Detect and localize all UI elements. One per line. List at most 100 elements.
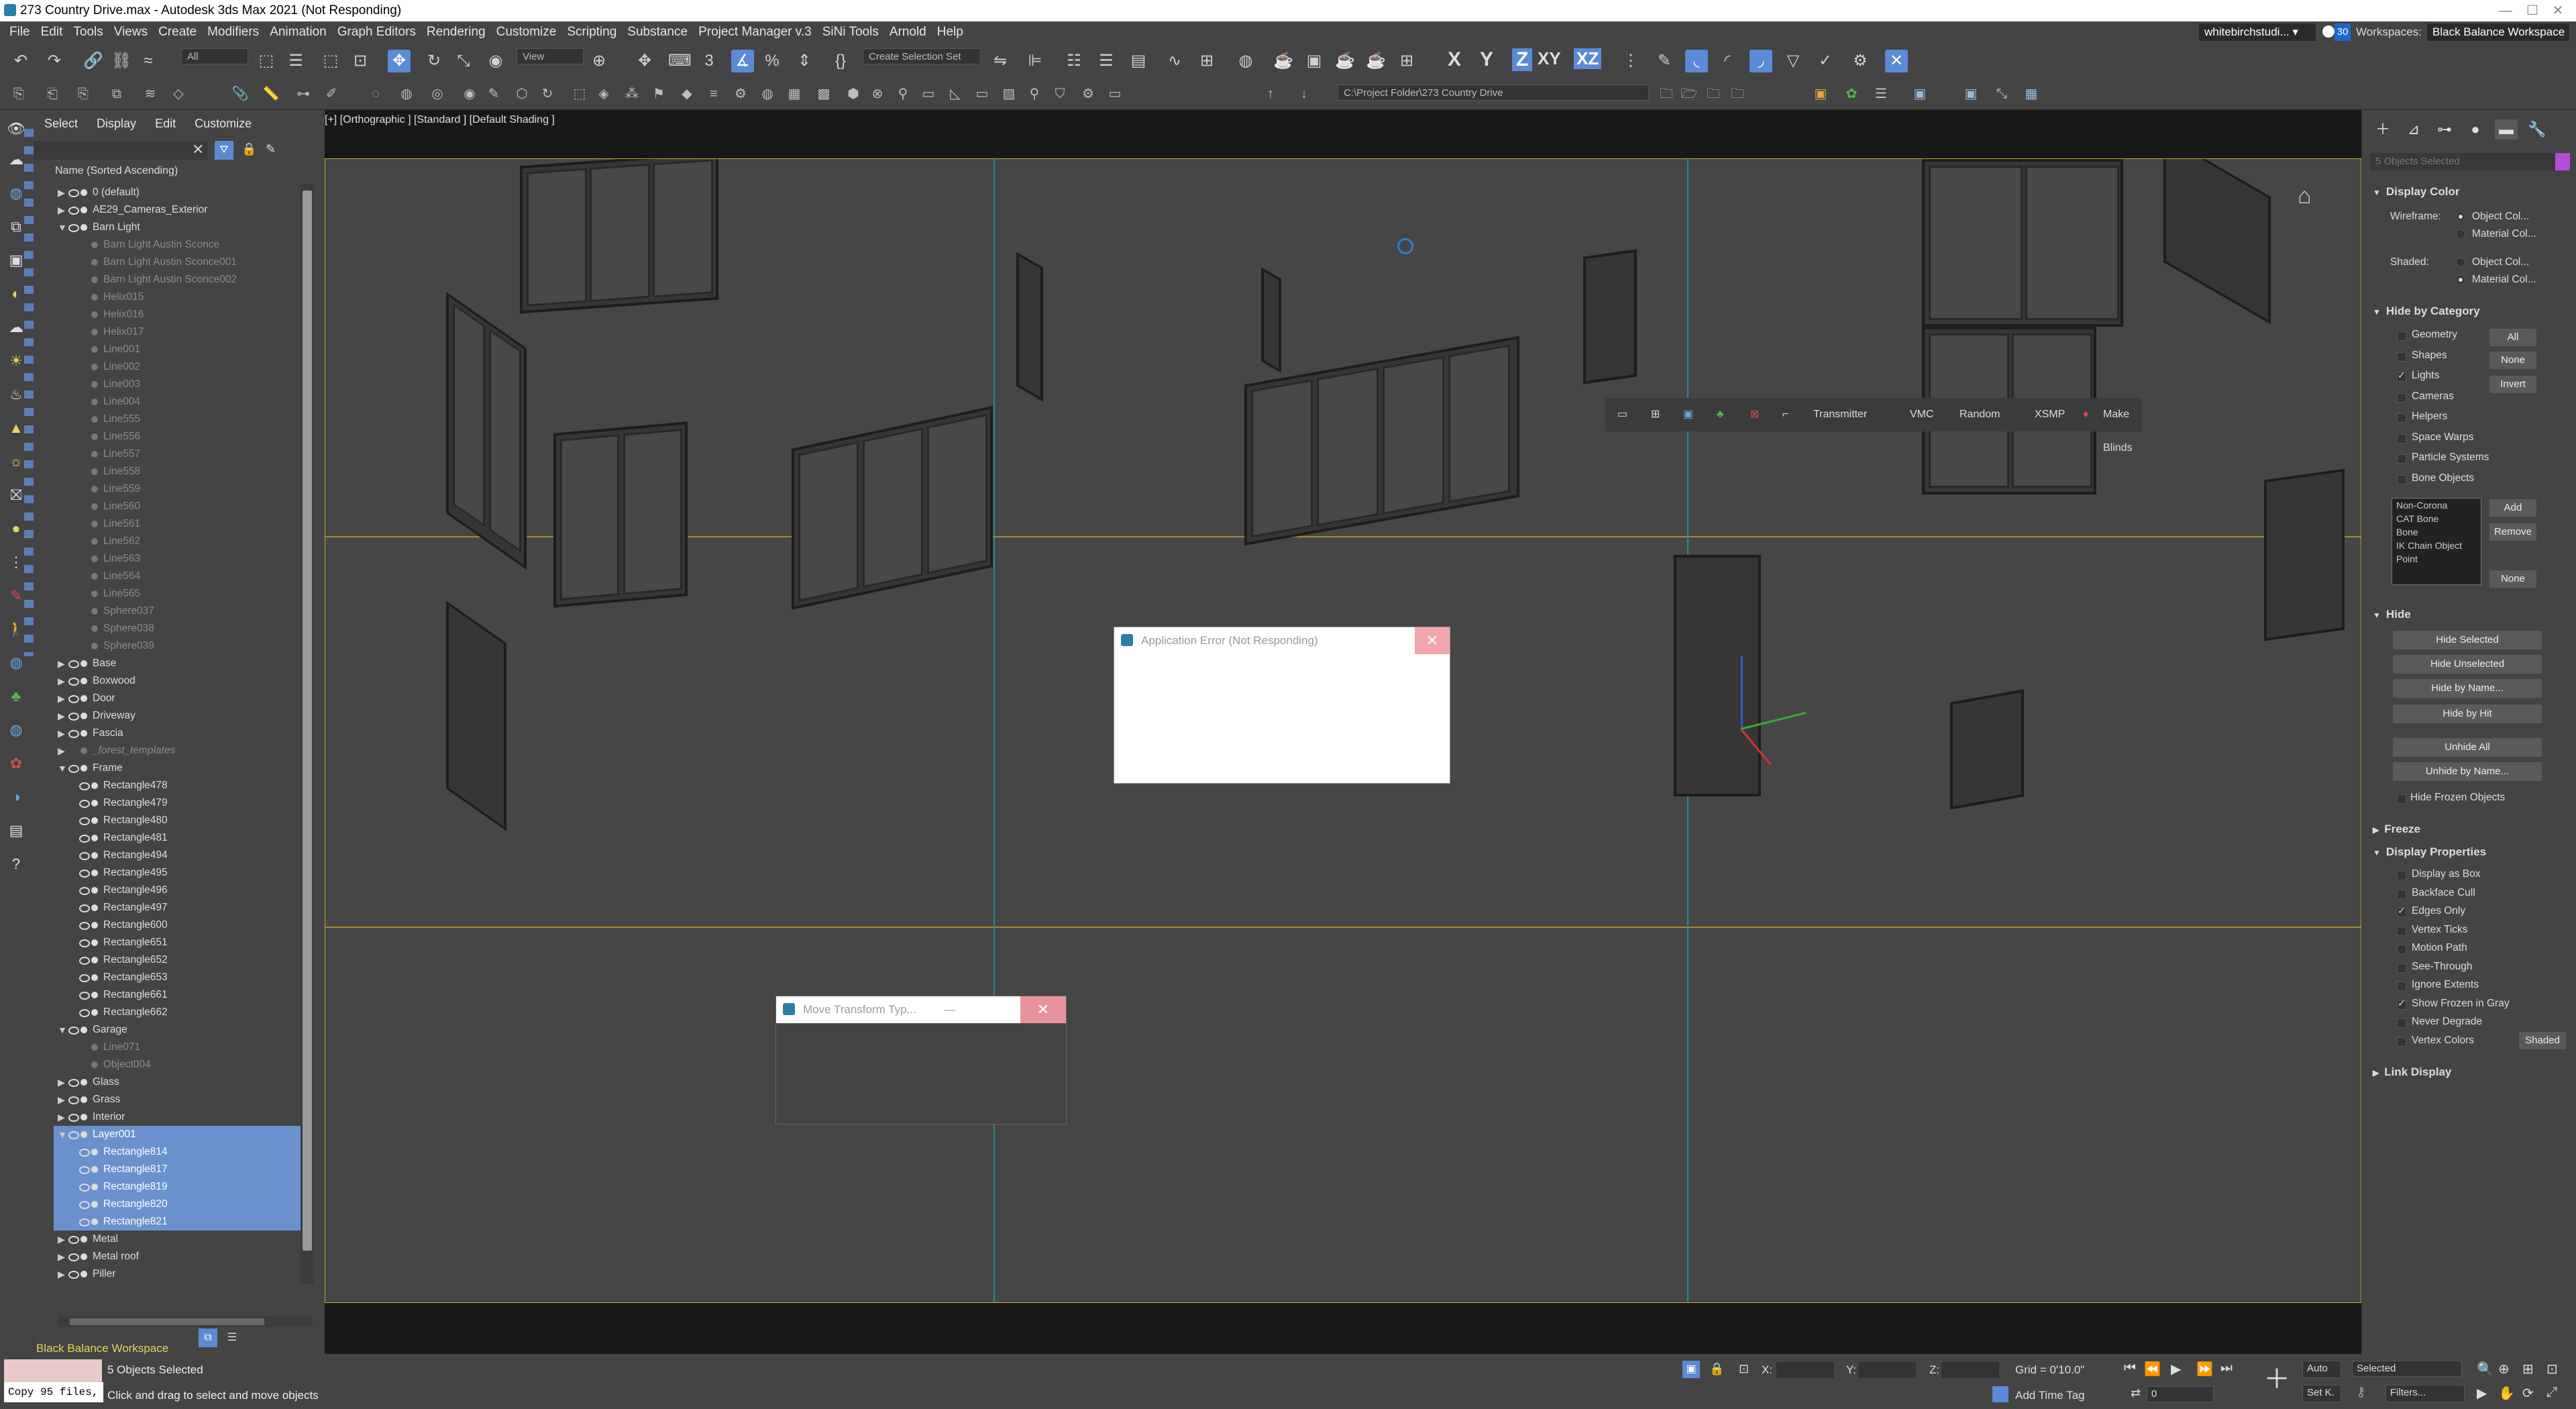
- category-checkbox[interactable]: [2397, 370, 2406, 382]
- modify-tab-icon[interactable]: ⊿: [2402, 119, 2425, 140]
- tree-layer-row[interactable]: ▶ Driveway: [54, 707, 301, 725]
- hex-icon[interactable]: ⬡: [513, 85, 531, 103]
- tree-layer-row[interactable]: ▶ Fascia: [54, 725, 301, 742]
- category-all-button[interactable]: All: [2489, 329, 2536, 346]
- visibility-eye-icon[interactable]: [79, 922, 90, 930]
- teapot-icon[interactable]: ♨: [7, 385, 25, 404]
- visibility-eye-icon[interactable]: [68, 678, 79, 686]
- cursor-icon[interactable]: ⛝: [7, 486, 25, 505]
- random-button[interactable]: Random: [1960, 398, 2000, 431]
- tree-object-row[interactable]: Rectangle481: [54, 829, 301, 847]
- move-icon[interactable]: ✥: [388, 50, 411, 72]
- menu-create[interactable]: Create: [153, 21, 202, 43]
- snap-center-icon[interactable]: ⚙: [1849, 50, 1872, 72]
- category-checkbox[interactable]: [2397, 474, 2406, 484]
- workspace-dropdown[interactable]: Black Balance Workspace: [2427, 23, 2569, 41]
- auto-key-button[interactable]: Auto: [2302, 1361, 2341, 1378]
- snap-pivot-icon[interactable]: ✎: [1653, 50, 1676, 72]
- shaded-object-color-radio[interactable]: [2456, 258, 2465, 267]
- menu-customize[interactable]: Customize: [491, 21, 562, 43]
- expand-arrow-icon[interactable]: ▶: [58, 201, 65, 219]
- restrict-xy-button[interactable]: XY: [1538, 48, 1561, 69]
- xref-icon[interactable]: ◌: [366, 85, 385, 103]
- restrict-y-button[interactable]: Y: [1480, 48, 1493, 71]
- transform-gizmo[interactable]: [1714, 656, 1808, 770]
- unlink-icon[interactable]: ⛓: [110, 50, 133, 72]
- visibility-eye-icon[interactable]: [79, 992, 90, 1000]
- selection-lock-icon[interactable]: 🔒: [1709, 1362, 1724, 1376]
- tree-object-row[interactable]: Rectangle494: [54, 847, 301, 864]
- loop-icon[interactable]: ◍: [397, 85, 416, 103]
- plugin-btn-1[interactable]: ▭: [1617, 398, 1627, 431]
- redo-icon[interactable]: ↷: [43, 50, 66, 72]
- scene-explorer-icon[interactable]: ☰: [1095, 50, 1118, 72]
- tree-object-row[interactable]: Line003: [54, 376, 301, 393]
- list-item[interactable]: IK Chain Object: [2396, 539, 2477, 552]
- object-color-swatch[interactable]: [2555, 153, 2570, 170]
- collapse-arrow-icon[interactable]: ▼: [58, 1021, 67, 1039]
- display-property-checkbox[interactable]: [2397, 926, 2406, 936]
- tree-layer-row[interactable]: ▶ Boxwood: [54, 672, 301, 690]
- tree-layer-row[interactable]: ▶ Grass: [54, 1091, 301, 1108]
- dialog-close-button[interactable]: ✕: [1415, 627, 1450, 654]
- plugin-g-icon[interactable]: ▦: [2022, 85, 2041, 103]
- visibility-eye-icon[interactable]: [79, 852, 90, 860]
- rect-icon[interactable]: ▭: [919, 85, 938, 103]
- visibility-eye-icon[interactable]: [79, 1201, 90, 1209]
- isolate-icon[interactable]: ▣: [1682, 1361, 1700, 1378]
- tree-object-row[interactable]: Line562: [54, 533, 301, 550]
- ribbon-toggle-icon[interactable]: ▤: [1127, 50, 1150, 72]
- make-blinds-button[interactable]: Make Blinds: [2103, 398, 2142, 465]
- hide-selected-button[interactable]: Hide Selected: [2393, 631, 2542, 649]
- category-none-button[interactable]: None: [2489, 352, 2536, 369]
- menu-tools[interactable]: Tools: [68, 21, 108, 43]
- clear-search-icon[interactable]: ✕: [192, 141, 204, 158]
- x-coord-input[interactable]: [1776, 1362, 1834, 1378]
- globe2-icon[interactable]: ◍: [7, 721, 25, 739]
- unhide-all-button[interactable]: Unhide All: [2393, 738, 2542, 757]
- angle-snap-icon[interactable]: ∡: [731, 50, 754, 72]
- project-path-dropdown[interactable]: C:\Project Folder\273 Country Drive: [1338, 85, 1649, 101]
- expand-arrow-icon[interactable]: ▶: [58, 742, 65, 760]
- schematic-view-icon[interactable]: ⊞: [1195, 50, 1218, 72]
- list-none-button[interactable]: None: [2489, 570, 2536, 588]
- pin-icon[interactable]: 📎: [231, 85, 250, 103]
- tree-object-row[interactable]: Barn Light Austin Sconce: [54, 236, 301, 254]
- visibility-eye-icon[interactable]: [79, 817, 90, 825]
- curve-editor-icon[interactable]: ∿: [1163, 50, 1186, 72]
- expand-arrow-icon[interactable]: ▶: [58, 1074, 65, 1091]
- maxscript-input[interactable]: Copy 95 files,: [4, 1382, 103, 1402]
- link-display-rollout[interactable]: ▶ Link Display: [2373, 1065, 2451, 1079]
- video-icon[interactable]: ▭: [1106, 85, 1124, 103]
- explorer-menu-select[interactable]: Select: [44, 117, 78, 130]
- tree-object-row[interactable]: Rectangle480: [54, 812, 301, 829]
- triangle-icon[interactable]: ◺: [946, 85, 965, 103]
- spinner-snap-icon[interactable]: ⇕: [793, 50, 816, 72]
- selection-name-field[interactable]: 5 Objects Selected: [2370, 153, 2562, 170]
- expand-arrow-icon[interactable]: ▶: [58, 707, 65, 725]
- viewcube-icon[interactable]: ⌂: [2298, 183, 2338, 210]
- display-property-checkbox[interactable]: [2397, 871, 2406, 880]
- tree-object-row[interactable]: Rectangle479: [54, 794, 301, 812]
- mesh-icon[interactable]: ▩: [814, 85, 833, 103]
- scale-icon[interactable]: ⤡: [452, 50, 475, 72]
- dialog-title-bar[interactable]: Move Transform Typ... — ✕: [776, 996, 1066, 1023]
- rendered-frame-icon[interactable]: ▣: [1303, 50, 1326, 72]
- hide-unselected-button[interactable]: Hide Unselected: [2393, 655, 2542, 674]
- expand-arrow-icon[interactable]: ▶: [58, 672, 65, 690]
- hierarchy-tab-icon[interactable]: ⊶: [2433, 119, 2456, 140]
- menu-help[interactable]: Help: [932, 21, 969, 43]
- grid-icon[interactable]: ▦: [785, 85, 804, 103]
- explorer-search-input[interactable]: [34, 141, 208, 160]
- mirror-icon[interactable]: ⇋: [989, 50, 1012, 72]
- menu-sini-tools[interactable]: SiNi Tools: [817, 21, 884, 43]
- filter-icon[interactable]: ⛛: [215, 141, 233, 160]
- tree-object-row[interactable]: Line559: [54, 480, 301, 498]
- visibility-eye-icon[interactable]: [79, 887, 90, 895]
- zoom-all-icon[interactable]: ⊕: [2498, 1361, 2510, 1377]
- snap-endpoint-icon[interactable]: ▽: [1782, 50, 1805, 72]
- user-account-dropdown[interactable]: whitebirchstudi... ▾: [2199, 23, 2316, 41]
- expand-arrow-icon[interactable]: ▶: [58, 725, 65, 742]
- display-property-checkbox[interactable]: [2397, 889, 2406, 899]
- list-remove-button[interactable]: Remove: [2489, 523, 2536, 541]
